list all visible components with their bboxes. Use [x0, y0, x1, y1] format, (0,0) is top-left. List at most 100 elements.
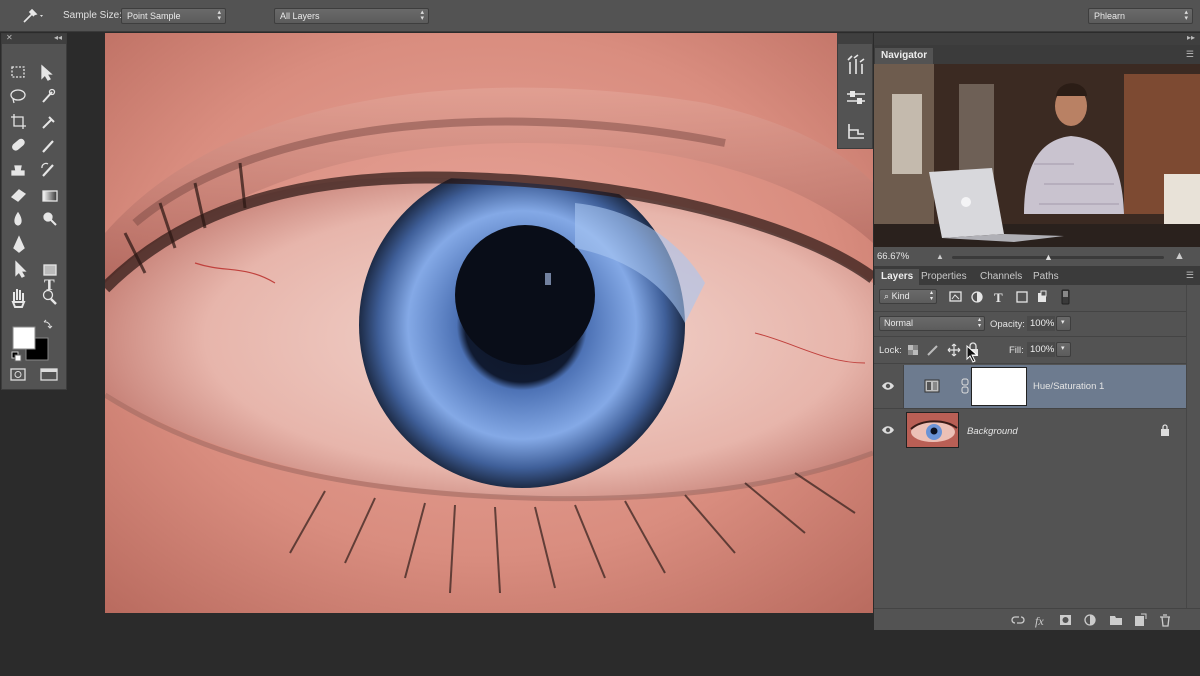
layer-row-hue-saturation[interactable]: Hue/Saturation 1: [874, 365, 1186, 408]
healing-brush-tool-icon[interactable]: [8, 137, 28, 155]
tab-navigator[interactable]: Navigator: [875, 48, 934, 65]
type-tool-icon[interactable]: [38, 237, 58, 255]
tab-properties[interactable]: Properties: [915, 269, 973, 286]
dropdown-arrows-icon: ▴ ▾: [929, 290, 933, 302]
quick-mask-icon[interactable]: [9, 368, 27, 382]
mini-dock-header: [838, 34, 872, 44]
eye-visibility-icon[interactable]: [881, 423, 895, 437]
dodge-tool-icon[interactable]: [38, 212, 58, 230]
layers-panel-footer: fx: [874, 608, 1200, 630]
dropdown-arrows-icon: ▴ ▾: [217, 9, 221, 22]
divider: [874, 311, 1186, 312]
tab-layers[interactable]: Layers: [875, 269, 920, 286]
panel-menu-icon[interactable]: ☰: [1186, 270, 1194, 281]
blur-tool-icon[interactable]: [8, 212, 28, 230]
blend-mode-value: Normal: [884, 318, 914, 328]
layer-filter-dropdown[interactable]: ⌕ Kind ▴ ▾: [879, 289, 937, 304]
filter-adjustment-icon[interactable]: [969, 289, 985, 305]
hand-tool-icon[interactable]: [8, 289, 28, 307]
swap-colors-icon[interactable]: [42, 320, 54, 332]
pen-tool-icon[interactable]: [8, 237, 28, 255]
eyedropper-tool-icon[interactable]: [38, 112, 58, 130]
filter-toggle-switch[interactable]: [1060, 289, 1070, 305]
navigator-preview[interactable]: [874, 64, 1200, 247]
crop-tool-icon[interactable]: [8, 112, 28, 130]
panel-menu-icon[interactable]: ☰: [1186, 49, 1194, 60]
new-group-folder-icon[interactable]: [1108, 611, 1124, 629]
lasso-tool-icon[interactable]: [8, 87, 28, 105]
rectangular-marquee-tool-icon[interactable]: [8, 62, 28, 80]
workspace-value: Phlearn: [1094, 11, 1126, 21]
dropdown-arrows-icon: ▴ ▾: [1184, 9, 1188, 22]
mouse-cursor-icon: [966, 345, 979, 363]
divider: [874, 336, 1186, 337]
tools-panel: ✕ ◂◂ T: [1, 33, 67, 390]
document-canvas[interactable]: [105, 33, 873, 613]
options-bar: Sample Size: Point Sample ▴ ▾ All Layers …: [0, 0, 1200, 32]
fill-slider-button[interactable]: ▾: [1056, 342, 1071, 357]
layers-scrollbar[interactable]: [1186, 285, 1200, 630]
workspace-dropdown[interactable]: Phlearn ▴ ▾: [1088, 8, 1193, 24]
trash-icon[interactable]: [1158, 611, 1174, 629]
collapse-icon[interactable]: ◂◂: [54, 33, 62, 42]
quick-selection-tool-icon[interactable]: [38, 87, 58, 105]
layer-name[interactable]: Hue/Saturation 1: [1033, 381, 1104, 392]
zoom-out-icon[interactable]: ▲: [936, 252, 944, 261]
eye-photo: [105, 33, 873, 613]
opacity-label: Opacity:: [990, 319, 1025, 330]
opacity-input[interactable]: 100%: [1027, 316, 1055, 331]
lock-icon: [1160, 424, 1170, 436]
path-selection-tool-icon[interactable]: [8, 262, 28, 280]
brush-tool-icon[interactable]: [38, 137, 58, 155]
new-adjustment-layer-icon[interactable]: [1082, 611, 1098, 629]
clone-stamp-tool-icon[interactable]: [8, 162, 28, 180]
sample-layers-value: All Layers: [280, 11, 320, 21]
layer-name[interactable]: Background: [967, 426, 1018, 437]
move-tool-icon[interactable]: [38, 62, 58, 80]
navigator-zoom-bar: 66.67% ▲ ▲ ▲: [874, 247, 1200, 266]
opacity-slider-button[interactable]: ▾: [1056, 316, 1071, 331]
filter-smart-object-icon[interactable]: [1036, 289, 1052, 305]
lock-image-pixels-icon[interactable]: [926, 343, 940, 357]
brush-presets-icon[interactable]: [844, 54, 868, 76]
close-icon[interactable]: ✕: [6, 33, 13, 42]
add-mask-icon[interactable]: [1058, 611, 1074, 629]
lock-transparent-pixels-icon[interactable]: [908, 343, 920, 357]
rectangle-tool-icon[interactable]: [38, 262, 58, 280]
blend-mode-dropdown[interactable]: Normal ▴ ▾: [879, 316, 985, 331]
background-layer-thumbnail[interactable]: [906, 412, 959, 448]
clone-source-icon[interactable]: [844, 120, 868, 142]
tab-paths[interactable]: Paths: [1027, 269, 1065, 286]
sample-size-dropdown[interactable]: Point Sample ▴ ▾: [121, 8, 226, 24]
brush-settings-icon[interactable]: [844, 86, 868, 108]
fill-input[interactable]: 100%: [1027, 342, 1055, 357]
filter-shape-icon[interactable]: [1015, 289, 1031, 305]
lock-position-icon[interactable]: [947, 343, 961, 357]
gradient-tool-icon[interactable]: [38, 187, 58, 205]
collapse-icon[interactable]: ▸▸: [1187, 33, 1195, 42]
tab-channels[interactable]: Channels: [974, 269, 1028, 286]
zoom-slider-track[interactable]: [952, 256, 1164, 259]
layer-mask-thumbnail[interactable]: [971, 367, 1027, 406]
layer-style-fx-icon[interactable]: [1033, 611, 1049, 629]
background-color-swatch[interactable]: [26, 338, 48, 360]
lock-label: Lock:: [879, 345, 902, 356]
history-brush-tool-icon[interactable]: [38, 162, 58, 180]
zoom-slider-thumb[interactable]: ▲: [1044, 252, 1053, 262]
zoom-in-icon[interactable]: ▲: [1174, 250, 1185, 262]
fill-label: Fill:: [1009, 345, 1024, 356]
link-layers-icon[interactable]: [1009, 611, 1025, 629]
zoom-tool-icon[interactable]: [38, 289, 58, 307]
eyedropper-tool-preset-icon[interactable]: [20, 7, 46, 25]
new-layer-icon[interactable]: [1133, 611, 1149, 629]
link-chain-icon[interactable]: [961, 378, 969, 394]
filter-pixel-icon[interactable]: [954, 289, 970, 305]
default-colors-icon[interactable]: [11, 351, 23, 363]
filter-type-icon[interactable]: [992, 289, 1008, 305]
eye-visibility-icon[interactable]: [881, 379, 895, 393]
layer-row-background[interactable]: Background: [874, 408, 1186, 451]
navigator-zoom-value[interactable]: 66.67%: [877, 251, 909, 262]
eraser-tool-icon[interactable]: [8, 187, 28, 205]
screen-mode-icon[interactable]: [39, 368, 59, 382]
sample-layers-dropdown[interactable]: All Layers ▴ ▾: [274, 8, 429, 24]
